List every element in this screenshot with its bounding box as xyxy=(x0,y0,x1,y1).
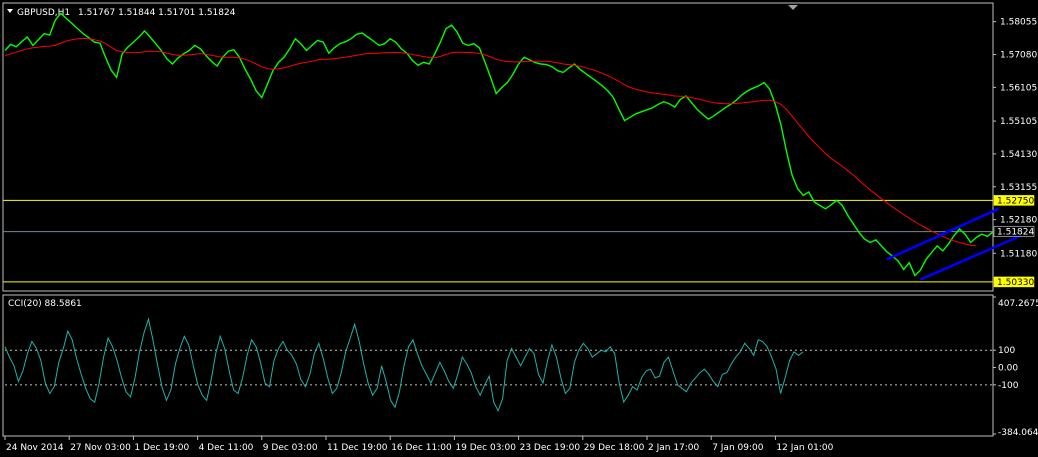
chart-canvas: GBPUSD,H1 1.51767 1.51844 1.51701 1.5182… xyxy=(0,0,1038,457)
time-tick-label: 1 Dec 19:00 xyxy=(134,443,189,453)
cci-tick-label: 0.00 xyxy=(998,364,1018,374)
price-tick-label: 1.51180 xyxy=(1000,249,1037,259)
price-tick-label: 1.54130 xyxy=(1000,150,1037,160)
price-tick-label: 1.52180 xyxy=(1000,216,1037,226)
level-label: 1.50330 xyxy=(997,278,1034,288)
cci-tick-label: 100 xyxy=(998,346,1015,356)
cci-tick-label: -384.0649 xyxy=(998,428,1038,438)
time-tick-label: 19 Dec 03:00 xyxy=(455,443,516,453)
time-tick-label: 16 Dec 11:00 xyxy=(391,443,452,453)
level-label: 1.51824 xyxy=(997,228,1034,238)
time-tick-label: 23 Dec 19:00 xyxy=(520,443,581,453)
time-tick-label: 7 Jan 09:00 xyxy=(712,443,764,453)
price-tick-label: 1.57080 xyxy=(1000,51,1037,61)
time-tick-label: 9 Dec 03:00 xyxy=(263,443,318,453)
price-tick-label: 1.53155 xyxy=(1000,183,1037,193)
ohlc-label: 1.51767 1.51844 1.51701 1.51824 xyxy=(78,8,236,18)
time-tick-label: 24 Nov 2014 xyxy=(6,443,64,453)
cci-tick-label: 407.2675 xyxy=(998,299,1038,309)
cci-tick-label: -100 xyxy=(998,381,1019,391)
price-tick-label: 1.56105 xyxy=(1000,83,1037,93)
price-tick-label: 1.58055 xyxy=(1000,18,1037,28)
time-tick-label: 2 Jan 17:00 xyxy=(648,443,700,453)
symbol-label: GBPUSD,H1 xyxy=(17,8,70,18)
time-tick-label: 4 Dec 11:00 xyxy=(199,443,254,453)
time-tick-label: 11 Dec 19:00 xyxy=(327,443,388,453)
chart-header: GBPUSD,H1 1.51767 1.51844 1.51701 1.5182… xyxy=(7,8,236,18)
time-tick-label: 27 Nov 03:00 xyxy=(70,443,131,453)
time-tick-label: 12 Jan 01:00 xyxy=(776,443,833,453)
price-tick-label: 1.55105 xyxy=(1000,117,1037,127)
cci-title: CCI(20) 88.5861 xyxy=(8,299,82,309)
chart-background xyxy=(0,0,1038,457)
level-label: 1.52750 xyxy=(997,196,1034,206)
time-tick-label: 29 Dec 18:00 xyxy=(584,443,645,453)
